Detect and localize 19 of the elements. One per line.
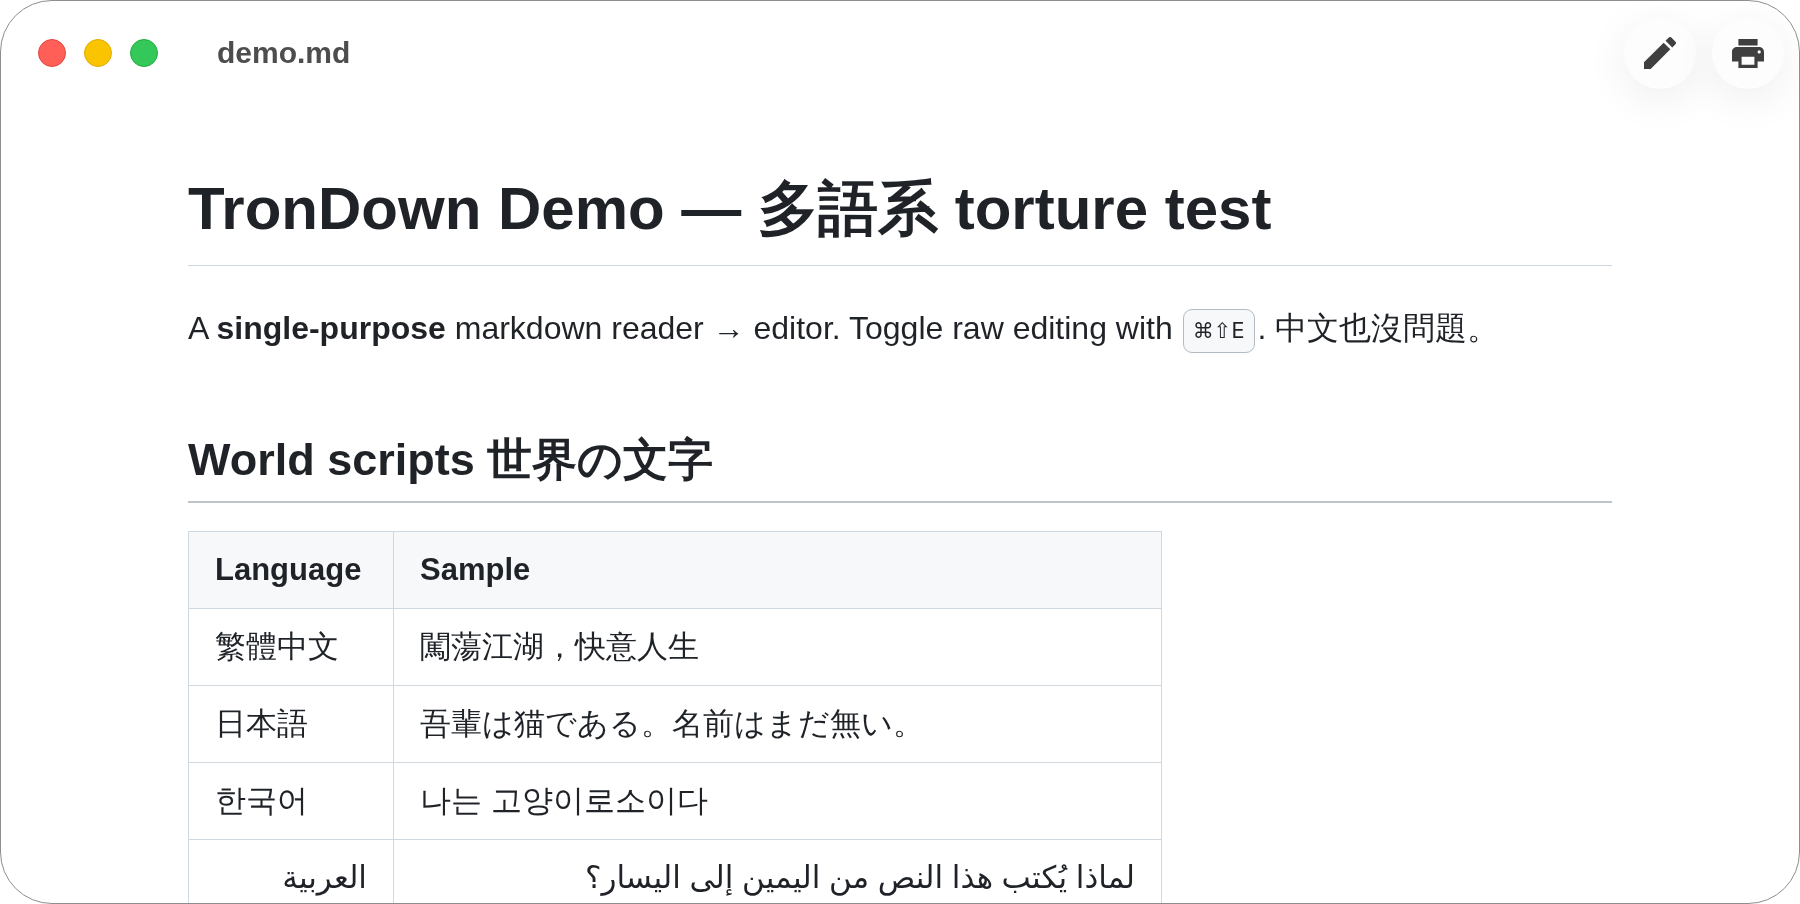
minimize-button[interactable]	[84, 39, 112, 67]
zoom-button[interactable]	[130, 39, 158, 67]
table-cell: 吾輩は猫である。名前はまだ無い。	[393, 685, 1162, 763]
close-button[interactable]	[38, 39, 66, 67]
intro-paragraph: A single-purpose markdown reader → editor. Toggle raw editing with ⌘⇧E . 中文也沒問題。	[188, 305, 1612, 353]
table-cell: 闖蕩江湖，快意人生	[393, 608, 1162, 686]
column-header: Sample	[393, 531, 1162, 609]
printer-icon	[1732, 38, 1764, 68]
document-title: TronDown Demo — 多語系 torture test	[188, 174, 1612, 266]
table-cell: 나는 고양이로소이다	[393, 762, 1162, 840]
section-heading: World scripts 世界の文字	[188, 431, 1612, 503]
column-header: Language	[188, 531, 394, 609]
table-cell: 한국어	[188, 762, 394, 840]
window-title: demo.md	[217, 36, 351, 70]
table-cell: العربية	[188, 839, 394, 903]
table-cell: 繁體中文	[188, 608, 394, 686]
keyboard-shortcut: ⌘⇧E	[1182, 308, 1255, 353]
table-cell: 日本語	[188, 685, 394, 763]
pencil-icon	[1644, 37, 1676, 69]
